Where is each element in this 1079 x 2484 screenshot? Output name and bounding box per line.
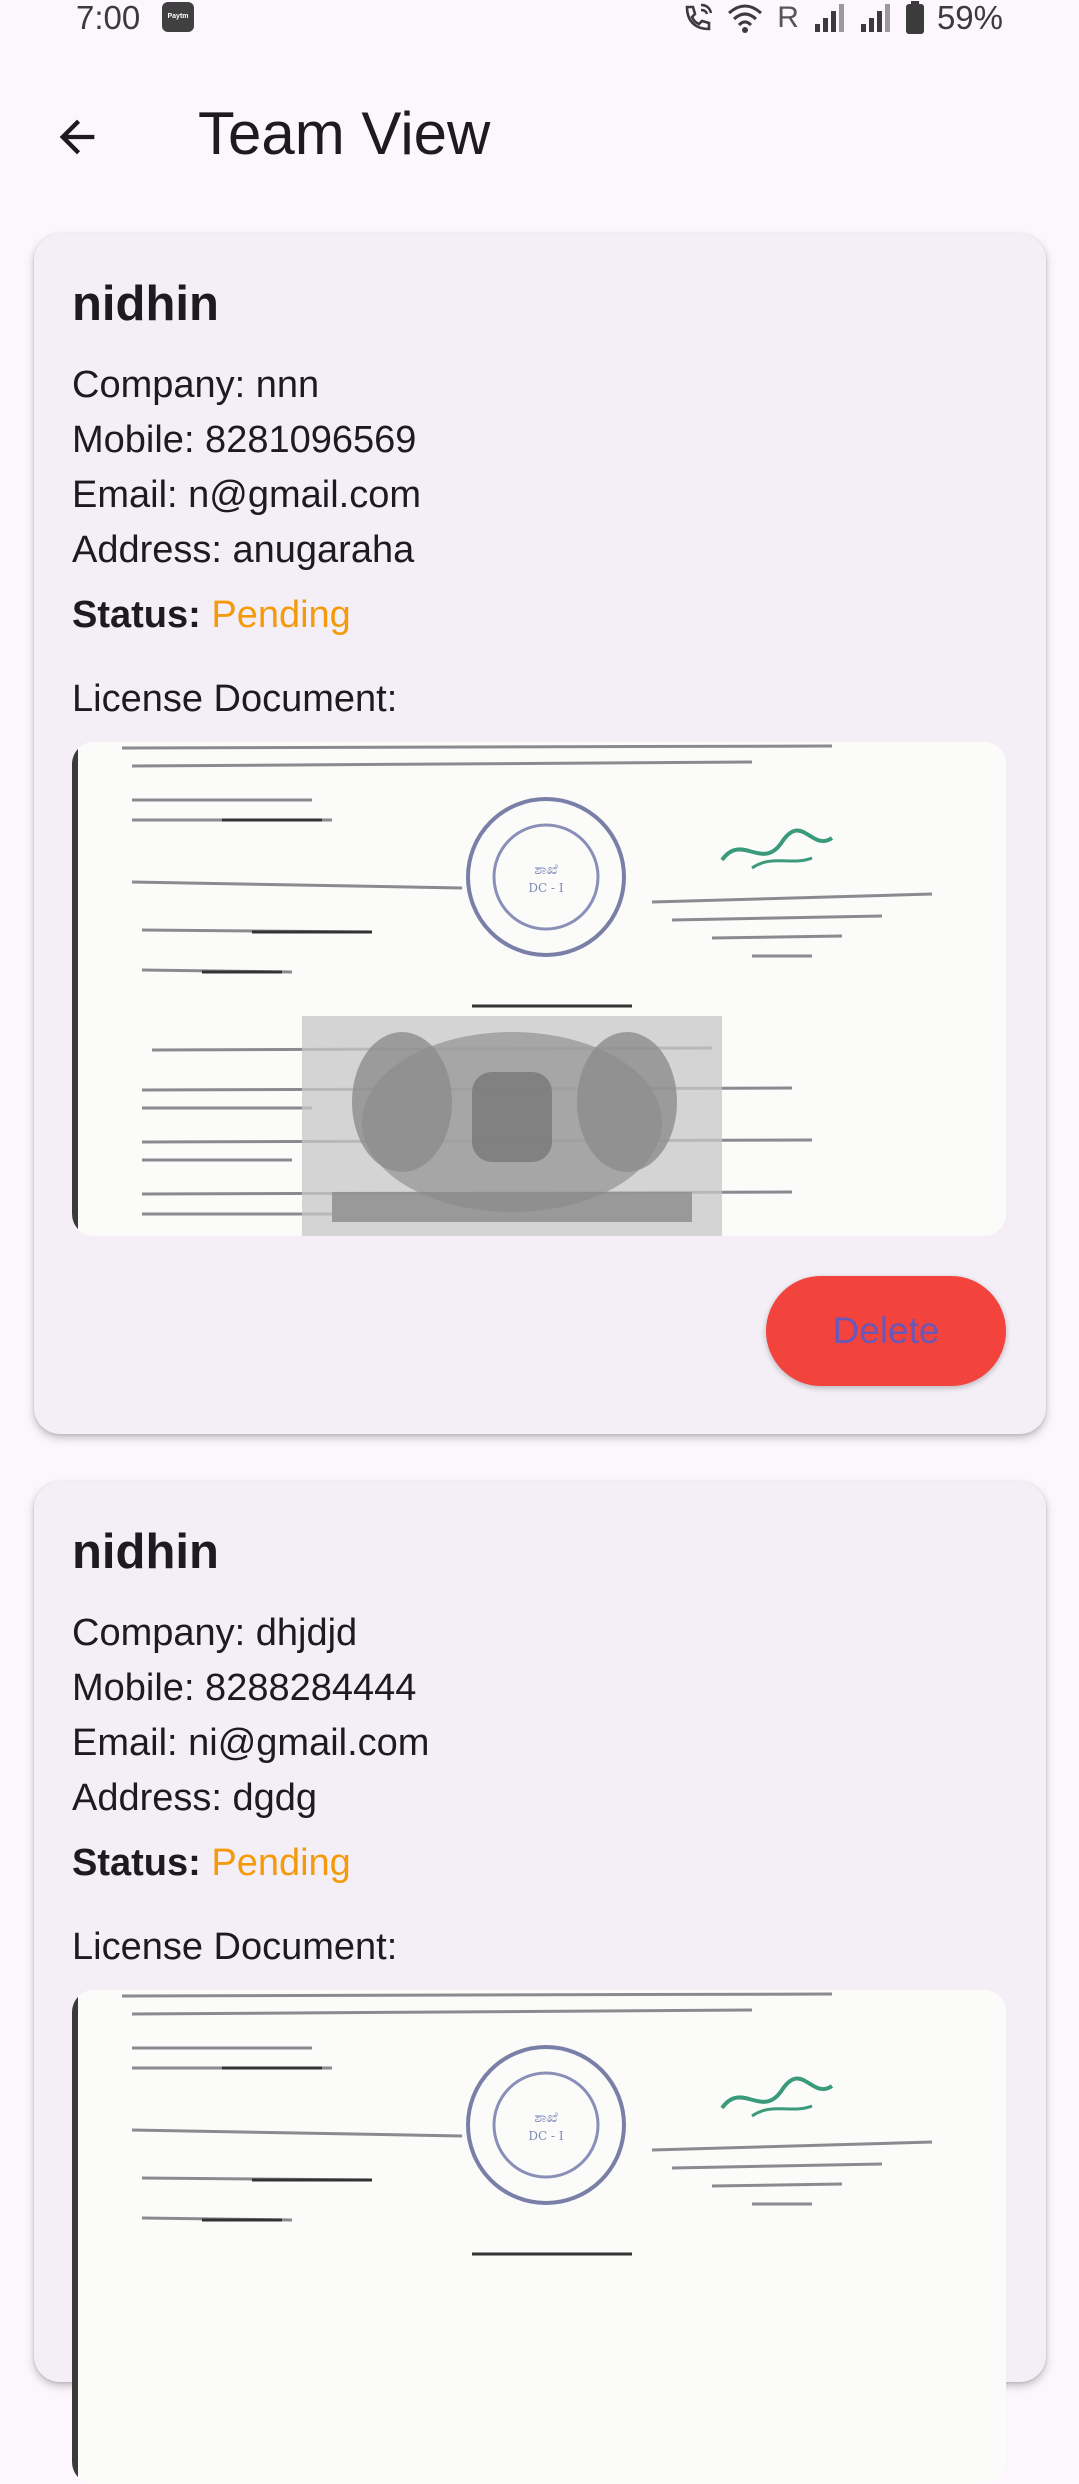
app-bar: Team View <box>0 70 1079 190</box>
member-card: nidhin Company: dhjdjd Mobile: 828828444… <box>34 1482 1046 2484</box>
member-status: Status: Pending <box>72 1838 351 1888</box>
status-label: Status: <box>72 1842 201 1884</box>
svg-text:DC - I: DC - I <box>528 881 563 895</box>
roaming-indicator: R <box>777 1 799 34</box>
status-badge: Pending <box>211 1842 351 1884</box>
back-button[interactable] <box>30 100 124 174</box>
status-badge: Pending <box>211 594 351 636</box>
battery-icon <box>905 1 925 35</box>
member-address: Address: anugaraha <box>72 529 415 571</box>
member-address: Address: dgdg <box>72 1777 318 1819</box>
svg-text:DC - I: DC - I <box>528 2129 563 2143</box>
member-card: nidhin Company: nnn Mobile: 8281096569 E… <box>34 234 1046 1434</box>
arrow-back-icon <box>59 119 95 155</box>
member-company: Company: nnn <box>72 364 320 406</box>
wifi-icon <box>727 2 763 34</box>
signal-icon-sim2 <box>859 2 893 34</box>
svg-text:ಶಾಖೆ: ಶಾಖೆ <box>534 2110 558 2126</box>
paytm-notification-icon: Paytm <box>162 2 194 32</box>
member-status: Status: Pending <box>72 590 351 640</box>
member-mobile: Mobile: 8288284444 <box>72 1667 417 1709</box>
status-icons: R 59% <box>681 0 1003 36</box>
member-email: Email: n@gmail.com <box>72 474 421 516</box>
license-document-label: License Document: <box>72 1926 398 1968</box>
member-details: Company: dhjdjd Mobile: 8288284444 Email… <box>72 1606 429 1826</box>
member-details: Company: nnn Mobile: 8281096569 Email: n… <box>72 358 421 578</box>
delete-button[interactable]: Delete <box>766 1276 1006 1386</box>
status-label: Status: <box>72 594 201 636</box>
battery-percent: 59% <box>936 0 1003 36</box>
signal-icon-sim1 <box>813 2 847 34</box>
license-document-label: License Document: <box>72 678 398 720</box>
license-document-image[interactable]: ಶಾಖೆ DC - I <box>72 742 1006 1236</box>
member-email: Email: ni@gmail.com <box>72 1722 430 1764</box>
member-name: nidhin <box>72 1525 219 1579</box>
member-name: nidhin <box>72 277 219 331</box>
member-company: Company: dhjdjd <box>72 1612 358 1654</box>
status-bar: 7:00 Paytm R 59% <box>0 0 1079 40</box>
license-document-image[interactable]: ಶಾಖೆ DC - I <box>72 1990 1006 2484</box>
page-title: Team View <box>198 100 491 167</box>
wifi-calling-icon <box>681 1 715 35</box>
member-mobile: Mobile: 8281096569 <box>72 419 417 461</box>
svg-text:ಶಾಖೆ: ಶಾಖೆ <box>534 862 558 878</box>
status-time: 7:00 <box>76 0 141 36</box>
